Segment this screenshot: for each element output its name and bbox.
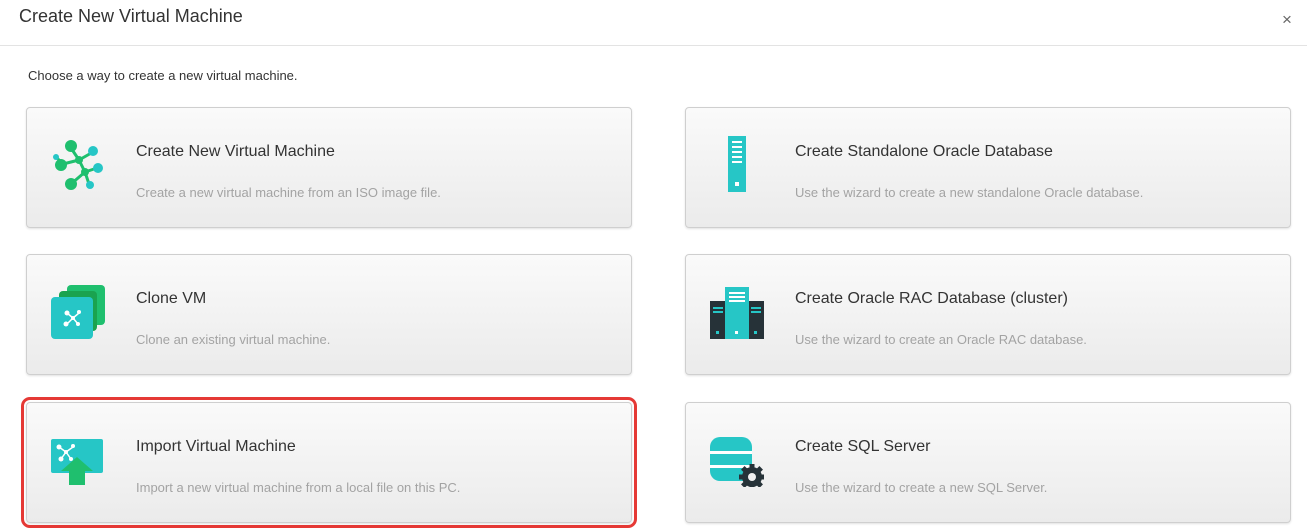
option-description: Import a new virtual machine from a loca… — [136, 480, 461, 495]
option-title: Clone VM — [136, 290, 207, 307]
option-description: Create a new virtual machine from an ISO… — [136, 185, 441, 200]
option-import-vm[interactable]: Import Virtual Machine Import a new virt… — [21, 397, 637, 528]
option-create-oracle-rac[interactable]: Create Oracle RAC Database (cluster) Use… — [685, 254, 1291, 375]
option-title: Create Standalone Oracle Database — [795, 143, 1053, 160]
dialog-title: Create New Virtual Machine — [19, 6, 243, 26]
intro-text: Choose a way to create a new virtual mac… — [28, 68, 298, 83]
server-icon — [708, 136, 764, 192]
option-description: Use the wizard to create a new standalon… — [795, 185, 1144, 200]
clone-icon — [49, 283, 105, 339]
import-icon — [49, 431, 105, 487]
option-create-standalone-oracle[interactable]: Create Standalone Oracle Database Use th… — [685, 107, 1291, 228]
network-nodes-icon — [49, 136, 105, 192]
option-create-new-vm[interactable]: Create New Virtual Machine Create a new … — [26, 107, 632, 228]
option-description: Clone an existing virtual machine. — [136, 332, 331, 347]
server-cluster-icon — [708, 283, 764, 339]
option-description: Use the wizard to create an Oracle RAC d… — [795, 332, 1087, 347]
option-clone-vm[interactable]: Clone VM Clone an existing virtual machi… — [26, 254, 632, 375]
dialog-header: Create New Virtual Machine × — [0, 0, 1307, 46]
option-title: Create Oracle RAC Database (cluster) — [795, 290, 1068, 307]
option-title: Create New Virtual Machine — [136, 143, 335, 160]
option-title: Import Virtual Machine — [136, 438, 296, 455]
database-gear-icon — [708, 431, 764, 487]
close-button[interactable]: × — [1277, 10, 1297, 30]
option-description: Use the wizard to create a new SQL Serve… — [795, 480, 1048, 495]
option-create-sql-server[interactable]: Create SQL Server Use the wizard to crea… — [685, 402, 1291, 523]
option-title: Create SQL Server — [795, 438, 931, 455]
